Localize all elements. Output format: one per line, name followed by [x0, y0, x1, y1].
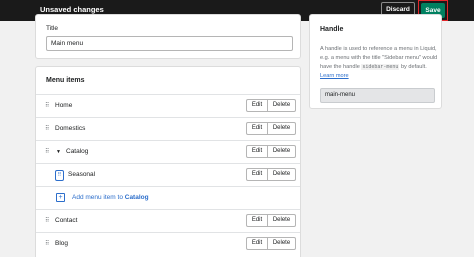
unsaved-changes-title: Unsaved changes	[40, 5, 104, 14]
handle-card: Handle A handle is used to reference a m…	[309, 14, 442, 109]
add-icon[interactable]: +	[56, 193, 65, 202]
menu-item-blog: ⠿ Blog Edit Delete	[36, 233, 300, 256]
handle-desc-text-2: by default.	[399, 64, 427, 70]
delete-button[interactable]: Delete	[268, 146, 295, 157]
handle-example-code: sidebar-menu	[361, 64, 400, 70]
handle-input[interactable]: main-menu	[320, 88, 435, 103]
delete-button[interactable]: Delete	[268, 123, 295, 134]
add-menu-item-link[interactable]: Add menu item to Catalog	[72, 194, 149, 201]
edit-delete-group: Edit Delete	[246, 168, 296, 181]
edit-delete-group: Edit Delete	[246, 99, 296, 112]
delete-button[interactable]: Delete	[268, 169, 295, 180]
drag-handle-icon[interactable]: ⠿	[45, 125, 50, 132]
menu-item-catalog: ⠿ ▼ Catalog Edit Delete	[36, 141, 300, 164]
title-card: Title Main menu	[35, 14, 301, 59]
menu-item-label: Contact	[55, 217, 78, 224]
edit-button[interactable]: Edit	[247, 169, 268, 180]
handle-description: A handle is used to reference a menu in …	[320, 45, 440, 81]
drag-handle-icon[interactable]: ⠿	[45, 148, 50, 155]
drag-handle-icon[interactable]: ⠿	[55, 170, 64, 181]
edit-delete-group: Edit Delete	[246, 145, 296, 158]
drag-handle-icon[interactable]: ⠿	[45, 240, 50, 247]
edit-delete-group: Edit Delete	[246, 214, 296, 227]
handle-heading: Handle	[320, 26, 344, 33]
edit-button[interactable]: Edit	[247, 146, 268, 157]
edit-button[interactable]: Edit	[247, 123, 268, 134]
title-label: Title	[46, 25, 59, 32]
menu-item-label: Seasonal	[68, 171, 96, 178]
menu-item-home: ⠿ Home Edit Delete	[36, 95, 300, 118]
delete-button[interactable]: Delete	[268, 100, 295, 111]
edit-button[interactable]: Edit	[247, 238, 268, 249]
menu-item-domestics: ⠿ Domestics Edit Delete	[36, 118, 300, 141]
learn-more-link[interactable]: Learn more	[320, 73, 349, 79]
menu-item-label: Blog	[55, 240, 69, 247]
title-input[interactable]: Main menu	[46, 36, 293, 51]
menu-item-seasonal: Seasonal Edit Delete	[36, 164, 300, 187]
add-link-prefix: Add menu item to	[72, 194, 125, 201]
menu-item-contact: ⠿ Contact Edit Delete	[36, 210, 300, 233]
delete-button[interactable]: Delete	[268, 215, 295, 226]
menu-items-card: Menu items ⠿ Home Edit Delete ⠿ Domestic…	[35, 66, 301, 257]
menu-items-heading: Menu items	[46, 77, 85, 84]
add-link-target: Catalog	[124, 194, 149, 201]
edit-button[interactable]: Edit	[247, 100, 268, 111]
edit-delete-group: Edit Delete	[246, 237, 296, 250]
drag-handle-icon[interactable]: ⠿	[45, 102, 50, 109]
caret-down-icon[interactable]: ▼	[56, 149, 61, 155]
menu-item-label: Home	[55, 102, 73, 109]
menu-item-label: Catalog	[66, 148, 89, 155]
edit-delete-group: Edit Delete	[246, 122, 296, 135]
edit-button[interactable]: Edit	[247, 215, 268, 226]
delete-button[interactable]: Delete	[268, 238, 295, 249]
drag-handle-icon[interactable]: ⠿	[45, 217, 50, 224]
menu-item-label: Domestics	[55, 125, 86, 132]
